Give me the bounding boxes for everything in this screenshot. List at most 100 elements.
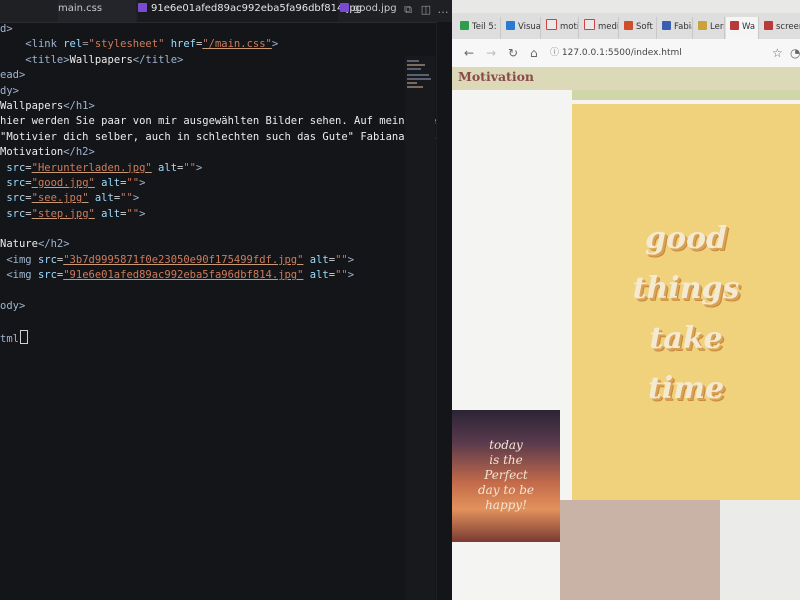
browser-tab-label: Teil 5: Bi xyxy=(472,22,500,32)
browser-tab[interactable]: Teil 5: Bi xyxy=(456,17,501,39)
code-token: </title> xyxy=(132,53,184,66)
google-icon xyxy=(546,19,557,30)
page-header: Motivation xyxy=(452,68,800,90)
code-token: "" xyxy=(120,192,133,205)
code-token: "good.jpg" xyxy=(31,176,95,189)
site-icon xyxy=(698,21,707,30)
code-line: src="good.jpg" alt=""> xyxy=(6,176,146,189)
decorative-bar xyxy=(572,90,800,100)
code-line: dy> xyxy=(0,84,405,99)
good-things-poster-image: good things take time ↖ xyxy=(572,104,800,532)
code-token: Motivation xyxy=(0,146,64,159)
site-icon xyxy=(624,21,633,30)
code-token: tml xyxy=(0,332,19,345)
code-token: <img xyxy=(6,253,38,266)
code-token: alt xyxy=(303,269,329,282)
code-token: </h2> xyxy=(37,238,70,251)
site-icon xyxy=(662,21,671,30)
reload-icon[interactable]: ↻ xyxy=(508,46,518,60)
home-icon[interactable]: ⌂ xyxy=(530,46,538,60)
code-line: src="see.jpg" alt=""> xyxy=(6,192,140,205)
bookmark-star-icon[interactable]: ☆ xyxy=(772,46,783,60)
open-preview-icon[interactable]: ⧉ xyxy=(402,4,414,16)
code-token: "" xyxy=(183,161,197,174)
code-token: "see.jpg" xyxy=(31,192,89,205)
text-cursor xyxy=(19,329,28,344)
web-page: Motivation good things take time ↖ today… xyxy=(452,68,800,600)
split-editor-icon[interactable]: ◫ xyxy=(420,4,432,16)
code-line: "Motivier dich selber, auch in schlechte… xyxy=(0,130,452,145)
editor-scrollbar[interactable] xyxy=(436,22,452,600)
browser-tab[interactable]: screen xyxy=(760,17,800,39)
url-text: 127.0.0.1:5500/index.html xyxy=(561,48,682,58)
next-image-partial xyxy=(560,500,720,600)
site-icon xyxy=(764,21,773,30)
browser-tab[interactable]: Visual S xyxy=(502,17,541,39)
poster-line: take xyxy=(649,321,723,356)
code-token: Wallpapers xyxy=(69,53,133,66)
forward-arrow-icon[interactable]: → xyxy=(486,46,496,60)
code-token: src xyxy=(6,192,26,205)
code-token: src xyxy=(6,161,26,174)
sunset-quote-text: today is the Perfect day to be happy! xyxy=(462,438,550,513)
code-line: tml xyxy=(0,329,405,345)
site-icon xyxy=(460,21,469,30)
code-area[interactable]: d> <link rel="stylesheet" href="/main.cs… xyxy=(0,22,452,345)
code-token: alt xyxy=(88,192,114,205)
profile-icon[interactable]: ◔ xyxy=(790,46,800,60)
editor-tab-main-css[interactable]: main.css xyxy=(58,0,136,22)
browser-tab-label: Fabiana xyxy=(674,22,692,32)
browser-tab-label: Visual S xyxy=(518,22,541,32)
code-line: Wallpapers</h1> xyxy=(0,99,405,114)
code-token: Nature xyxy=(0,238,38,251)
minimap[interactable] xyxy=(405,56,435,600)
code-line: d> xyxy=(0,22,405,37)
code-token: src xyxy=(37,253,57,266)
site-icon xyxy=(730,21,739,30)
code-token: rel xyxy=(63,38,83,51)
tab-label: 91e6e01afed89ac992eba5fa96dbf814.jpg xyxy=(151,3,363,14)
code-line: <img src="91e6e01afed89ac992eba5fa96dbf8… xyxy=(6,269,355,282)
code-token: </h2> xyxy=(63,146,95,159)
editor-tab-good-jpg[interactable]: good.jpg xyxy=(340,0,397,22)
browser-tab[interactable]: Fabiana xyxy=(658,17,693,39)
google-icon xyxy=(584,19,595,30)
code-token: alt xyxy=(303,253,329,266)
code-token: <link xyxy=(25,38,64,51)
code-token: src xyxy=(37,269,57,282)
code-token: "3b7d9995871f0e23050e90f175499fdf.jpg" xyxy=(63,253,304,266)
code-line: <link rel="stylesheet" href="/main.css"> xyxy=(25,38,279,51)
editor-tab-image-jpg[interactable]: 91e6e01afed89ac992eba5fa96dbf814.jpg xyxy=(138,0,362,22)
sunset-quote-image: today is the Perfect day to be happy! xyxy=(452,410,560,542)
poster-line: good xyxy=(645,221,727,256)
code-token: "" xyxy=(335,269,348,282)
code-editor: main.css 91e6e01afed89ac992eba5fa96dbf81… xyxy=(0,0,452,600)
code-line: Nature</h2> xyxy=(0,237,405,252)
code-token: "Motivier dich selber, auch in schlechte… xyxy=(0,130,452,143)
browser-tab-label: Wa xyxy=(742,22,756,32)
poster-line: time xyxy=(647,371,725,406)
browser-tab[interactable]: Soft Co xyxy=(620,17,657,39)
browser-tab-strip: Teil 5: Bi Visual S motiva medien Soft C… xyxy=(452,13,800,39)
quote-line: today xyxy=(489,438,523,452)
code-token: <title> xyxy=(25,53,70,66)
code-token: "91e6e01afed89ac992eba5fa96dbf814.jpg" xyxy=(63,269,304,282)
quote-line: happy! xyxy=(485,498,527,512)
browser-tab[interactable]: Lernbü xyxy=(694,17,725,39)
code-line: <title>Wallpapers</title> xyxy=(0,53,405,68)
browser-tab[interactable]: medien xyxy=(580,17,619,39)
browser-tab[interactable]: motiva xyxy=(542,17,579,39)
code-line: src="step.jpg" alt=""> xyxy=(6,207,146,220)
back-arrow-icon[interactable]: ← xyxy=(464,46,474,60)
more-actions-icon[interactable]: … xyxy=(437,4,449,16)
code-token: "stylesheet" xyxy=(88,38,165,51)
poster-text: good things take time xyxy=(572,214,800,414)
browser-tab-active[interactable]: Wa xyxy=(726,17,759,39)
address-bar[interactable]: ⓘ 127.0.0.1:5500/index.html xyxy=(550,45,760,61)
image-file-icon xyxy=(138,3,147,12)
window-title-bar xyxy=(452,0,800,13)
code-token: "" xyxy=(335,253,348,266)
